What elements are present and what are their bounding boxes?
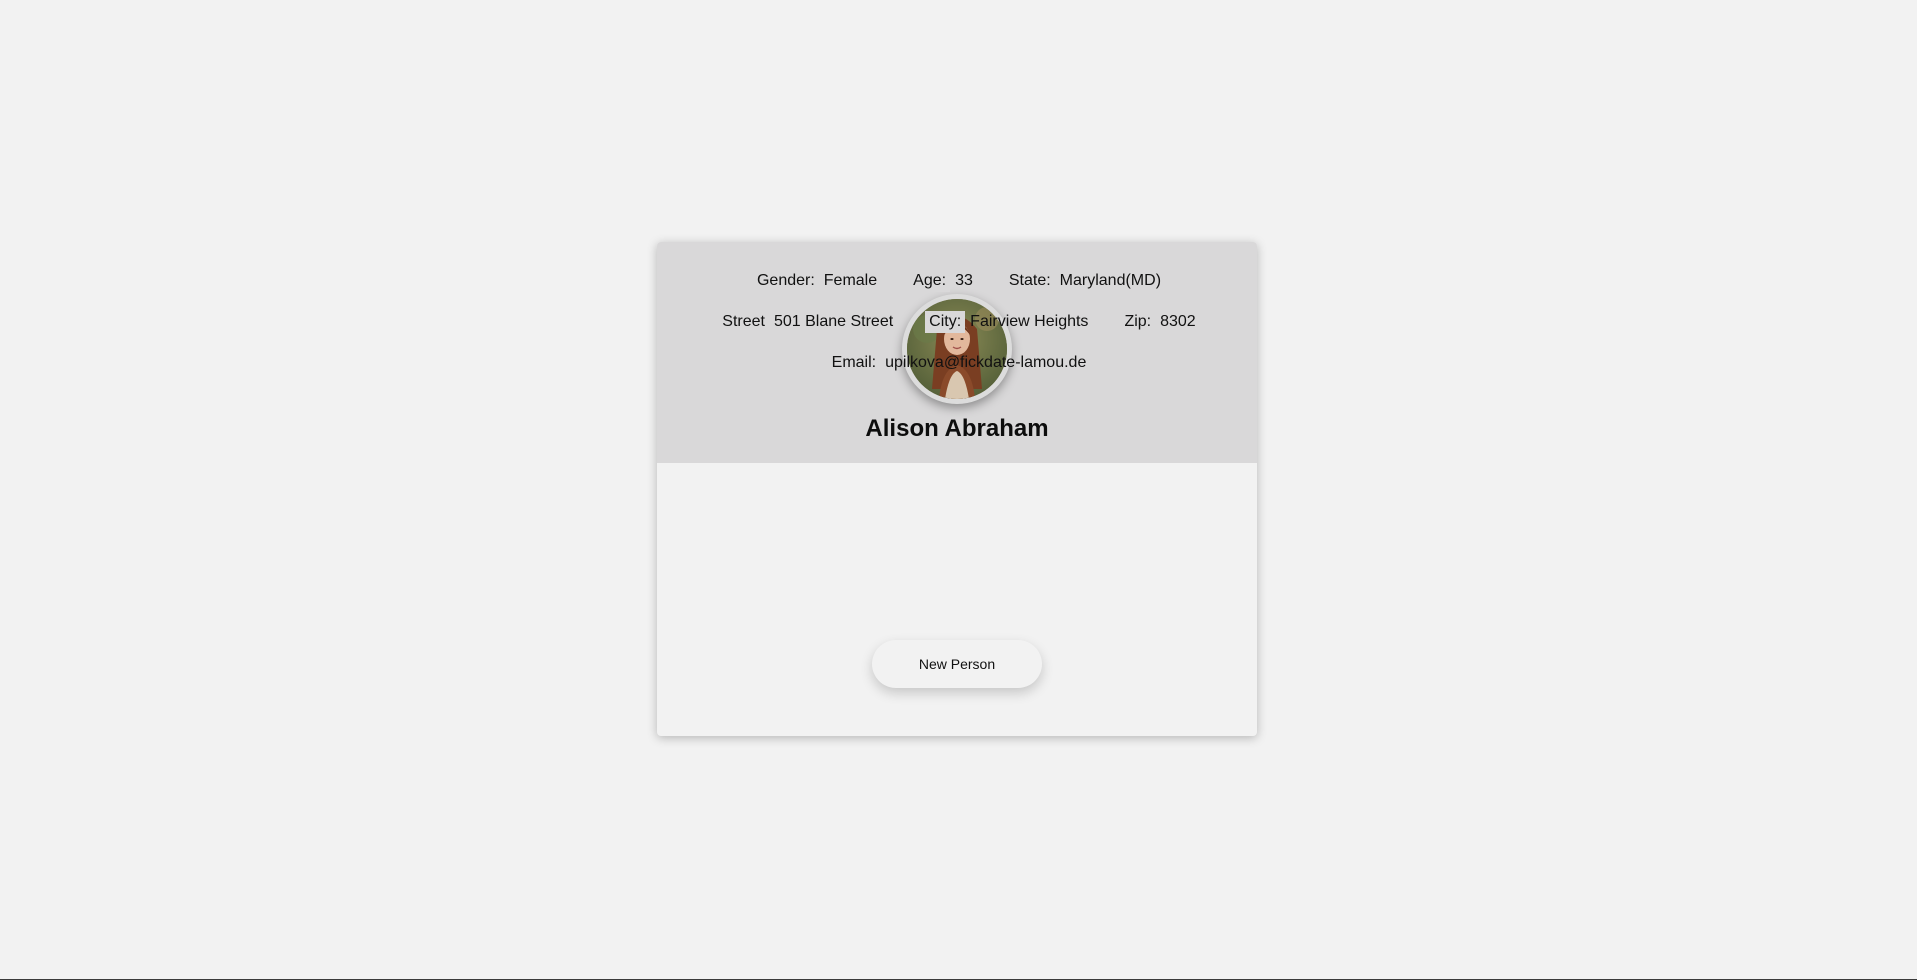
zip-value: 8302 — [1160, 313, 1196, 330]
age-field: Age: 33 — [909, 270, 973, 292]
street-value: 501 Blane Street — [773, 313, 894, 330]
age-label: Age: — [909, 270, 951, 292]
state-field: State: Maryland(MD) — [1004, 270, 1162, 292]
age-value: 33 — [955, 272, 973, 289]
gender-value: Female — [823, 272, 878, 289]
zip-label: Zip: — [1120, 311, 1156, 333]
city-value: Fairview Heights — [970, 313, 1089, 330]
gender-label: Gender: — [752, 270, 819, 292]
gender-field: Gender: Female — [752, 270, 878, 292]
street-label: Street — [718, 311, 769, 333]
details-row-1: Gender: Female Age: 33 State: Maryland(M… — [657, 269, 1257, 293]
profile-card: Alison Abraham Gender: Female Age: 33 St… — [657, 242, 1257, 736]
state-label: State: — [1004, 270, 1055, 292]
email-label: Email: — [827, 352, 881, 374]
new-person-button[interactable]: New Person — [872, 640, 1042, 688]
zip-field: Zip: 8302 — [1120, 311, 1196, 333]
email-field: Email: upilkova@fickdate-lamou.de — [827, 352, 1087, 374]
details-row-3: Email: upilkova@fickdate-lamou.de — [657, 351, 1257, 375]
street-field: Street 501 Blane Street — [718, 311, 893, 333]
person-name: Alison Abraham — [865, 415, 1049, 442]
details-row-2: Street 501 Blane Street City: Fairview H… — [657, 310, 1257, 334]
email-value: upilkova@fickdate-lamou.de — [885, 354, 1087, 371]
city-label: City: — [925, 311, 966, 333]
city-field: City: Fairview Heights — [925, 311, 1088, 333]
state-value: Maryland(MD) — [1059, 272, 1162, 289]
